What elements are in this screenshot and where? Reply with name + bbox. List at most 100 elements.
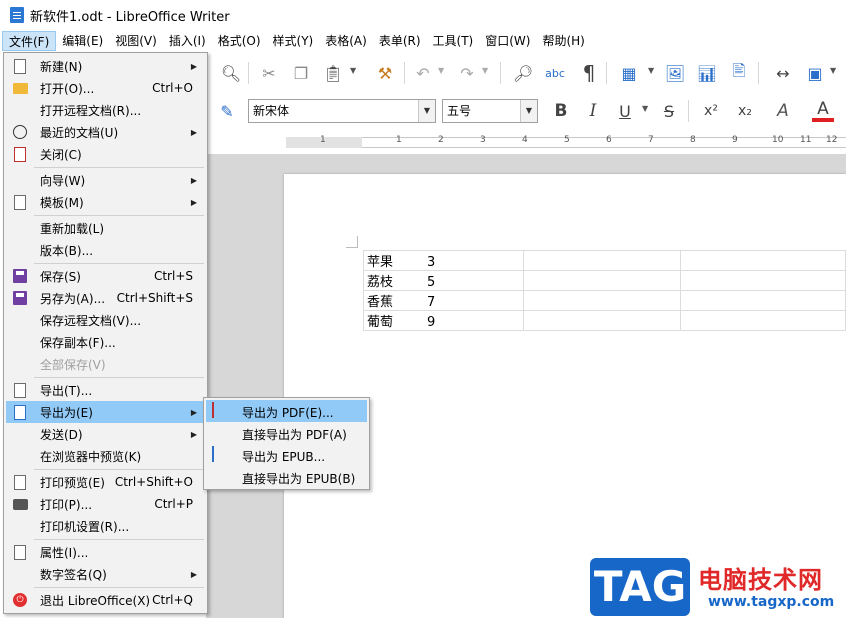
menu-styles[interactable]: 样式(Y) — [267, 31, 320, 51]
menu-item-shortcut: Ctrl+S — [153, 269, 193, 283]
table-cell[interactable] — [522, 290, 682, 311]
document-table[interactable]: 苹果 3 荔枝 5 香蕉 7 葡萄 9 — [363, 250, 846, 331]
table-cell[interactable]: 苹果 3 — [363, 250, 524, 271]
insert-image-icon[interactable]: 🖼︎ — [664, 62, 686, 84]
redo-icon[interactable]: ↷ — [456, 62, 478, 84]
cut-icon[interactable]: ✂ — [258, 62, 280, 84]
table-cell[interactable] — [680, 270, 846, 291]
table-cell[interactable] — [680, 290, 846, 311]
ruler-number: 1 — [320, 135, 326, 145]
menu-table[interactable]: 表格(A) — [319, 31, 373, 51]
ruler-number: 11 — [800, 135, 812, 145]
find-replace-icon[interactable]: 🔎︎ — [512, 62, 534, 84]
title-bar: 新软件1.odt - LibreOffice Writer — [0, 0, 846, 30]
menu-item-versions[interactable]: 版本(B)... — [6, 239, 205, 261]
menu-file[interactable]: 文件(F) — [2, 31, 57, 51]
menu-item-wizards[interactable]: 向导(W) ▶ — [6, 169, 205, 191]
submenu-item-export-pdf[interactable]: 导出为 PDF(E)... — [206, 400, 367, 422]
menu-tools[interactable]: 工具(T) — [427, 31, 480, 51]
menu-item-label: 打印预览(E) — [40, 475, 105, 490]
chevron-down-icon[interactable]: ▼ — [520, 100, 537, 122]
copy-icon[interactable]: ❐ — [290, 62, 312, 84]
chevron-down-icon[interactable]: ▼ — [418, 100, 435, 122]
table-cell[interactable]: 荔枝 5 — [363, 270, 524, 291]
menu-item-templates[interactable]: 模板(M) ▶ — [6, 191, 205, 213]
clone-formatting-icon[interactable]: ⚒ — [374, 62, 396, 84]
menu-item-export[interactable]: 导出(T)... — [6, 379, 205, 401]
menu-item-save[interactable]: 保存(S) Ctrl+S — [6, 265, 205, 287]
menu-help[interactable]: 帮助(H) — [536, 31, 590, 51]
menu-item-save-copy[interactable]: 保存副本(F)... — [6, 331, 205, 353]
font-size-combo[interactable]: 五号 ▼ — [442, 99, 538, 123]
clear-formatting-icon[interactable]: A — [772, 100, 794, 122]
menu-item-recent[interactable]: 最近的文档(U) ▶ — [6, 121, 205, 143]
menu-item-export-as[interactable]: 导出为(E) ▶ — [6, 401, 205, 423]
undo-icon[interactable]: ↶ — [412, 62, 434, 84]
menu-item-preview-browser[interactable]: 在浏览器中预览(K) — [6, 445, 205, 467]
underline-button[interactable]: U — [614, 100, 636, 122]
insert-table-icon[interactable]: ▦ — [618, 62, 640, 84]
menu-item-reload[interactable]: 重新加载(L) — [6, 217, 205, 239]
submenu-item-export-epub[interactable]: 导出为 EPUB... — [206, 444, 367, 466]
menu-format[interactable]: 格式(O) — [212, 31, 267, 51]
menu-item-send[interactable]: 发送(D) ▶ — [6, 423, 205, 445]
menu-item-new[interactable]: 新建(N) ▶ — [6, 55, 205, 77]
menu-item-save-remote[interactable]: 保存远程文档(V)... — [6, 309, 205, 331]
menu-bar: 文件(F) 编辑(E) 视图(V) 插入(I) 格式(O) 样式(Y) 表格(A… — [0, 30, 846, 52]
menu-item-print[interactable]: 打印(P)... Ctrl+P — [6, 493, 205, 515]
menu-item-print-preview[interactable]: 打印预览(E) Ctrl+Shift+O — [6, 471, 205, 493]
strikethrough-button[interactable]: S — [658, 100, 680, 122]
toolbar-separator — [688, 100, 689, 122]
table-cell[interactable] — [522, 270, 682, 291]
menu-item-open-remote[interactable]: 打开远程文档(R)... — [6, 99, 205, 121]
document-page[interactable] — [284, 174, 846, 618]
bold-button[interactable]: B — [550, 100, 572, 122]
table-cell[interactable]: 香蕉 7 — [363, 290, 524, 311]
print-preview-icon[interactable]: 🔍︎ — [220, 62, 242, 84]
italic-button[interactable]: I — [582, 100, 604, 122]
submenu-item-export-epub-direct[interactable]: 直接导出为 EPUB(B) — [206, 466, 367, 488]
menu-separator — [34, 215, 204, 216]
table-dropdown-icon[interactable]: ▼ — [648, 66, 654, 75]
table-cell[interactable] — [680, 250, 846, 271]
menu-item-close[interactable]: 关闭(C) — [6, 143, 205, 165]
toolbar-separator — [248, 62, 249, 84]
submenu-item-export-pdf-direct[interactable]: 直接导出为 PDF(A) — [206, 422, 367, 444]
menu-insert[interactable]: 插入(I) — [163, 31, 212, 51]
redo-dropdown-icon[interactable]: ▼ — [482, 66, 488, 75]
table-cell[interactable] — [680, 310, 846, 331]
page-break-icon[interactable]: ↔ — [772, 62, 794, 84]
menu-item-printer-settings[interactable]: 打印机设置(R)... — [6, 515, 205, 537]
subscript-button[interactable]: x₂ — [734, 100, 756, 122]
insert-field-icon[interactable]: ▣ — [804, 62, 826, 84]
insert-chart-icon[interactable]: 📊︎ — [696, 62, 718, 84]
table-cell[interactable]: 葡萄 9 — [363, 310, 524, 331]
spelling-icon[interactable]: abc — [544, 62, 566, 84]
menu-item-save-as[interactable]: 另存为(A)... Ctrl+Shift+S — [6, 287, 205, 309]
menu-item-open[interactable]: 打开(O)... Ctrl+O — [6, 77, 205, 99]
paste-dropdown-icon[interactable]: ▼ — [350, 66, 356, 75]
underline-dropdown-icon[interactable]: ▼ — [642, 104, 648, 113]
formatting-marks-icon[interactable]: ¶ — [578, 61, 600, 85]
menu-view[interactable]: 视图(V) — [109, 31, 163, 51]
menu-item-label: 打开远程文档(R)... — [40, 103, 142, 118]
table-cell[interactable] — [522, 250, 682, 271]
field-dropdown-icon[interactable]: ▼ — [830, 66, 836, 75]
table-cell[interactable] — [522, 310, 682, 331]
menu-window[interactable]: 窗口(W) — [479, 31, 536, 51]
fruit-qty: 5 — [427, 275, 436, 290]
horizontal-ruler[interactable]: 1 1 2 3 4 5 6 7 8 9 10 11 12 — [206, 132, 846, 152]
menu-item-digital-signatures[interactable]: 数字签名(Q) ▶ — [6, 563, 205, 585]
font-name-combo[interactable]: 新宋体 ▼ — [248, 99, 436, 123]
superscript-button[interactable]: x² — [700, 100, 722, 122]
fruit-name: 香蕉 — [367, 295, 394, 310]
undo-dropdown-icon[interactable]: ▼ — [438, 66, 444, 75]
menu-edit[interactable]: 编辑(E) — [56, 31, 109, 51]
menu-item-properties[interactable]: 属性(I)... — [6, 541, 205, 563]
styles-icon[interactable]: ✎ — [216, 100, 238, 122]
font-color-button[interactable]: A — [812, 99, 834, 122]
paste-icon[interactable]: 📋︎ — [322, 62, 344, 84]
insert-textbox-icon[interactable]: 🖹︎ — [728, 61, 750, 84]
menu-form[interactable]: 表单(R) — [373, 31, 427, 51]
menu-item-exit[interactable]: ⏻ 退出 LibreOffice(X) Ctrl+Q — [6, 589, 205, 611]
